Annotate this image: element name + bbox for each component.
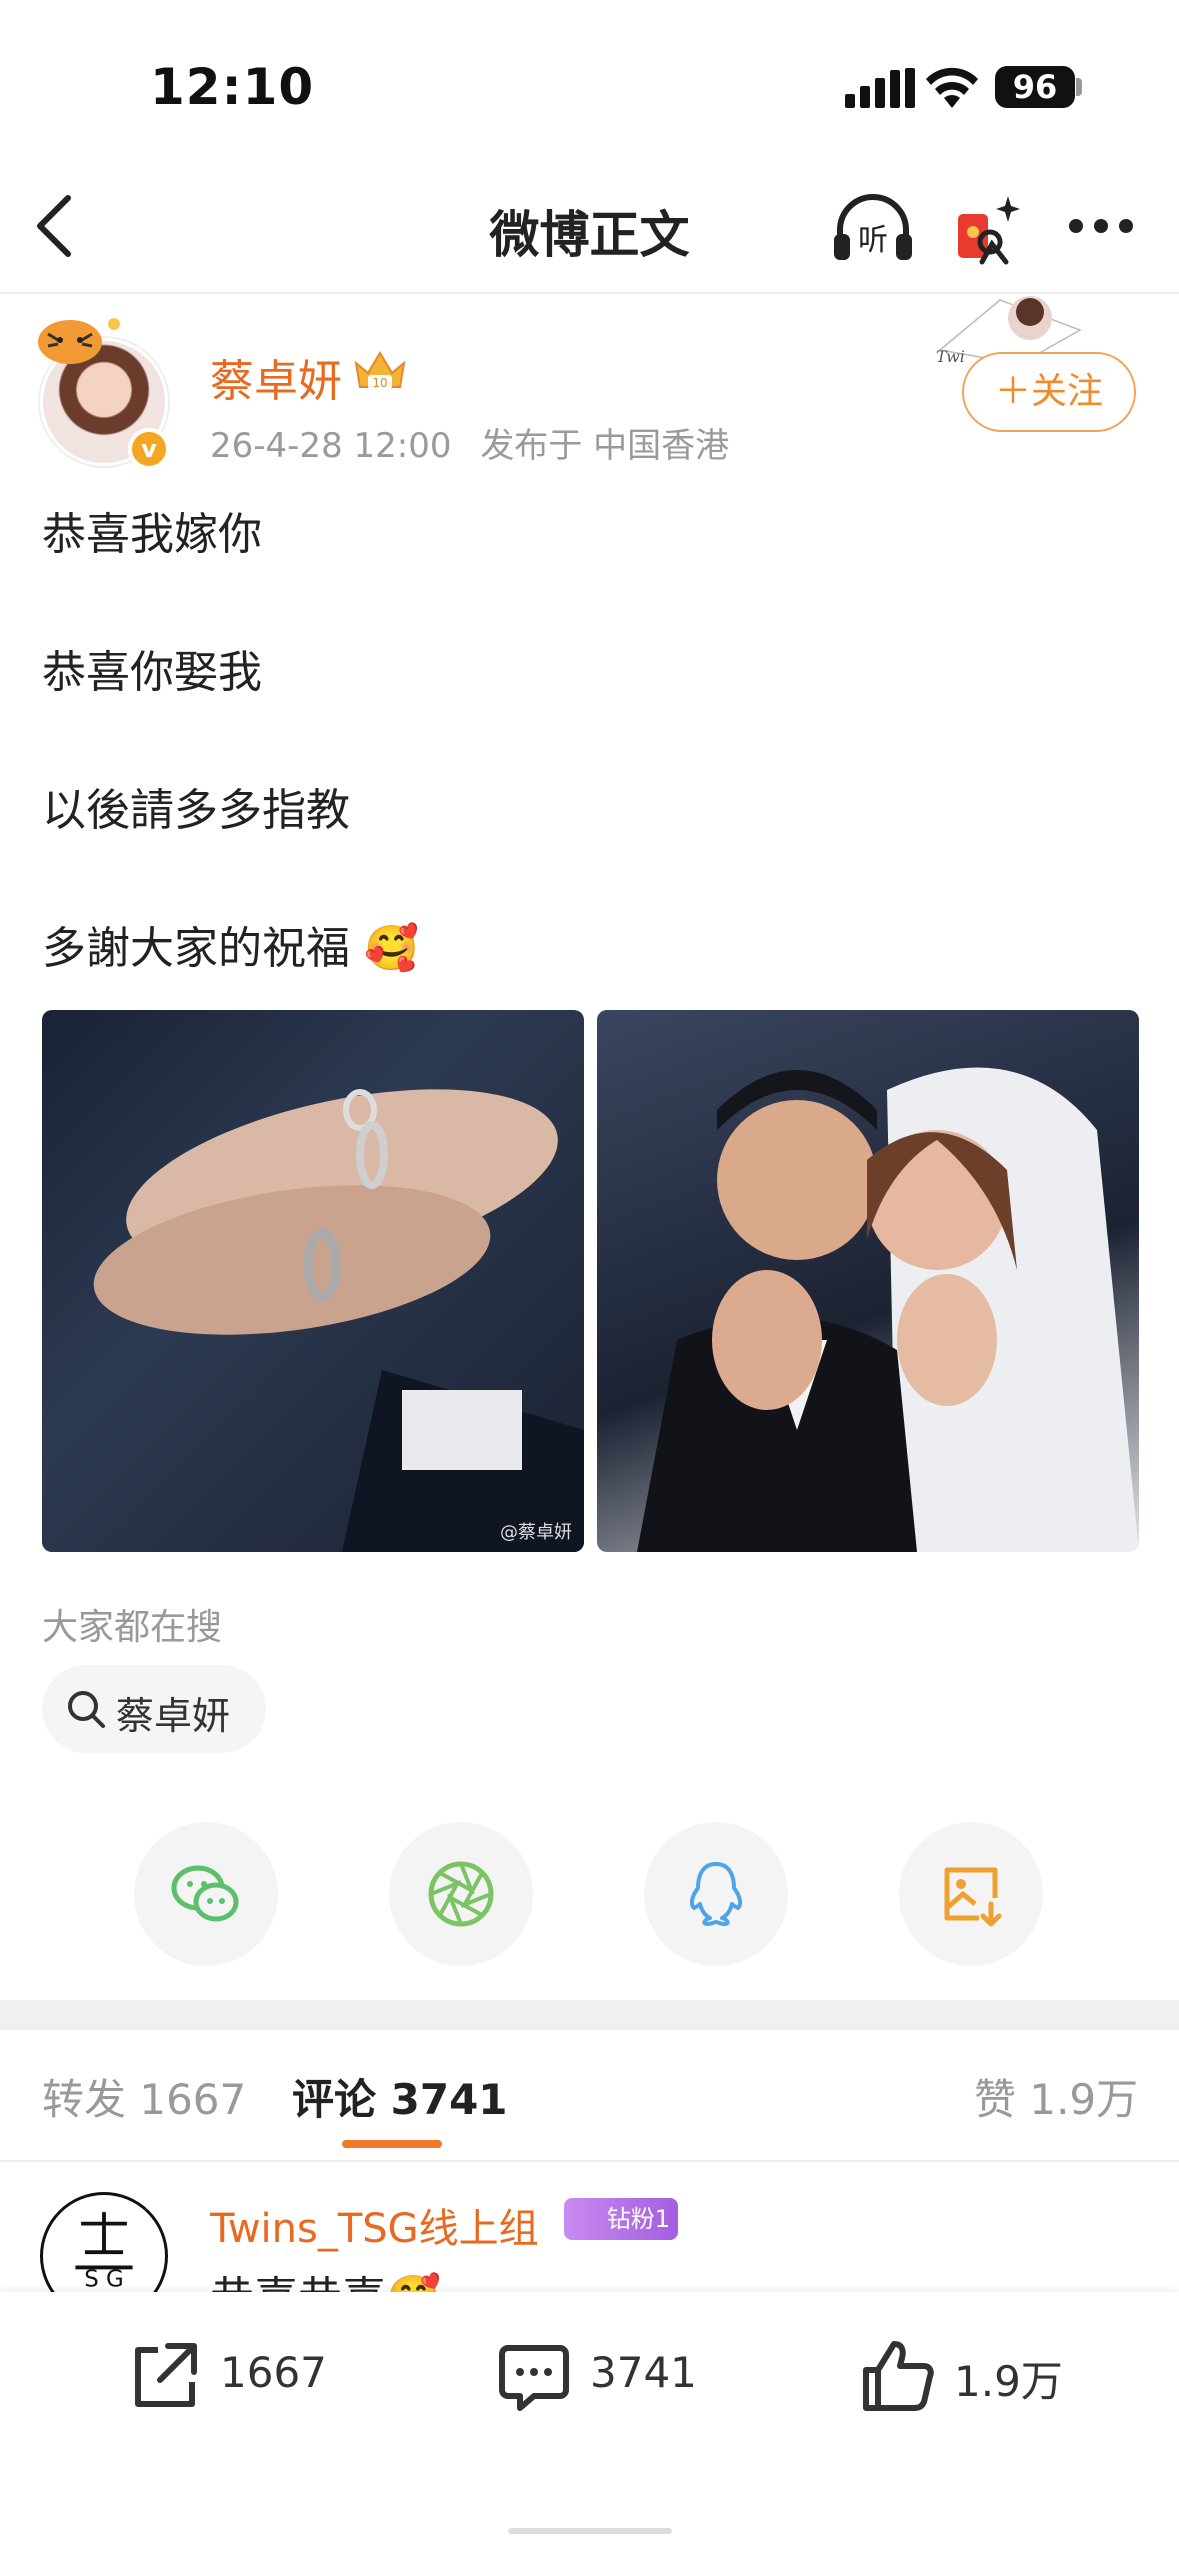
search-chip[interactable]: 蔡卓妍 — [42, 1665, 266, 1753]
tab-comment[interactable]: 评论 3741 — [292, 2066, 508, 2127]
battery-tip — [1076, 78, 1082, 96]
thumbs-up-icon — [863, 2341, 934, 2411]
verified-badge: v — [128, 428, 170, 470]
post-date: 26-4-28 12:00 — [210, 426, 452, 466]
post-meta: 26-4-28 12:00 发布于 中国香港 — [210, 418, 729, 467]
more-icon[interactable] — [1068, 218, 1134, 234]
search-icon — [68, 1691, 105, 1728]
commenter-name[interactable]: Twins_TSG线上组 — [210, 2196, 539, 2254]
active-tab-indicator — [342, 2140, 442, 2148]
repost-button[interactable]: 1667 — [124, 2322, 344, 2422]
section-separator — [0, 2000, 1179, 2030]
post-image-rings[interactable]: @蔡卓妍 — [42, 1010, 584, 1552]
tab-like[interactable]: 赞 1.9万 — [974, 2066, 1138, 2127]
tabs-divider — [0, 2160, 1179, 2162]
comment-button[interactable]: 3741 — [494, 2322, 714, 2422]
home-indicator — [508, 2528, 672, 2534]
post-text-line-1: 恭喜我嫁你 — [42, 509, 262, 560]
post-image-couple[interactable] — [597, 1010, 1139, 1552]
like-button[interactable]: 1.9万 — [858, 2322, 1078, 2422]
repost-share-icon — [135, 2343, 197, 2407]
svg-text:S G: S G — [84, 2267, 123, 2293]
post-text-line-4: 多謝大家的祝福 🥰 — [42, 923, 419, 974]
post-text-line-2: 恭喜你娶我 — [42, 647, 262, 698]
post-location: 发布于 中国香港 — [480, 426, 730, 466]
status-time: 12:10 — [150, 58, 315, 116]
share-qq-button[interactable] — [644, 1822, 788, 1966]
repost-count: 1667 — [220, 2348, 327, 2397]
post-text-line-3: 以後請多多指教 — [42, 785, 350, 836]
listen-label: 听 — [858, 223, 888, 258]
follow-button[interactable]: ＋关注 — [962, 352, 1136, 432]
avatar-tiger-decoration — [38, 318, 120, 364]
svg-text:10: 10 — [372, 376, 387, 390]
share-moments-button[interactable] — [389, 1822, 533, 1966]
moments-aperture-icon — [428, 1861, 494, 1927]
like-count: 1.9万 — [954, 2357, 1063, 2406]
comment-count: 3741 — [590, 2348, 697, 2397]
save-image-button[interactable] — [899, 1822, 1043, 1966]
tab-repost[interactable]: 转发 1667 — [42, 2066, 246, 2127]
fan-level-badge: 钻粉1 — [564, 2198, 678, 2240]
red-packet-icon[interactable] — [950, 188, 1026, 268]
image-watermark: @蔡卓妍 — [500, 1522, 572, 1543]
wifi-icon — [926, 67, 978, 108]
trending-search-label: 大家都在搜 — [42, 1607, 223, 1648]
search-chip-label: 蔡卓妍 — [116, 1694, 231, 1738]
comment-bubble-icon — [499, 2345, 569, 2411]
cellular-signal-icon — [845, 68, 915, 108]
member-crown-icon: 10 — [354, 351, 406, 390]
battery-level: 96 — [995, 66, 1075, 108]
wechat-icon — [171, 1865, 239, 1922]
author-name[interactable]: 蔡卓妍 — [210, 345, 342, 409]
save-image-icon — [944, 1867, 1002, 1927]
share-wechat-button[interactable] — [134, 1822, 278, 1966]
qq-penguin-icon — [689, 1862, 743, 1926]
svg-text:Twi: Twi — [936, 347, 965, 366]
listen-headphones-icon[interactable]: 听 — [830, 192, 916, 264]
